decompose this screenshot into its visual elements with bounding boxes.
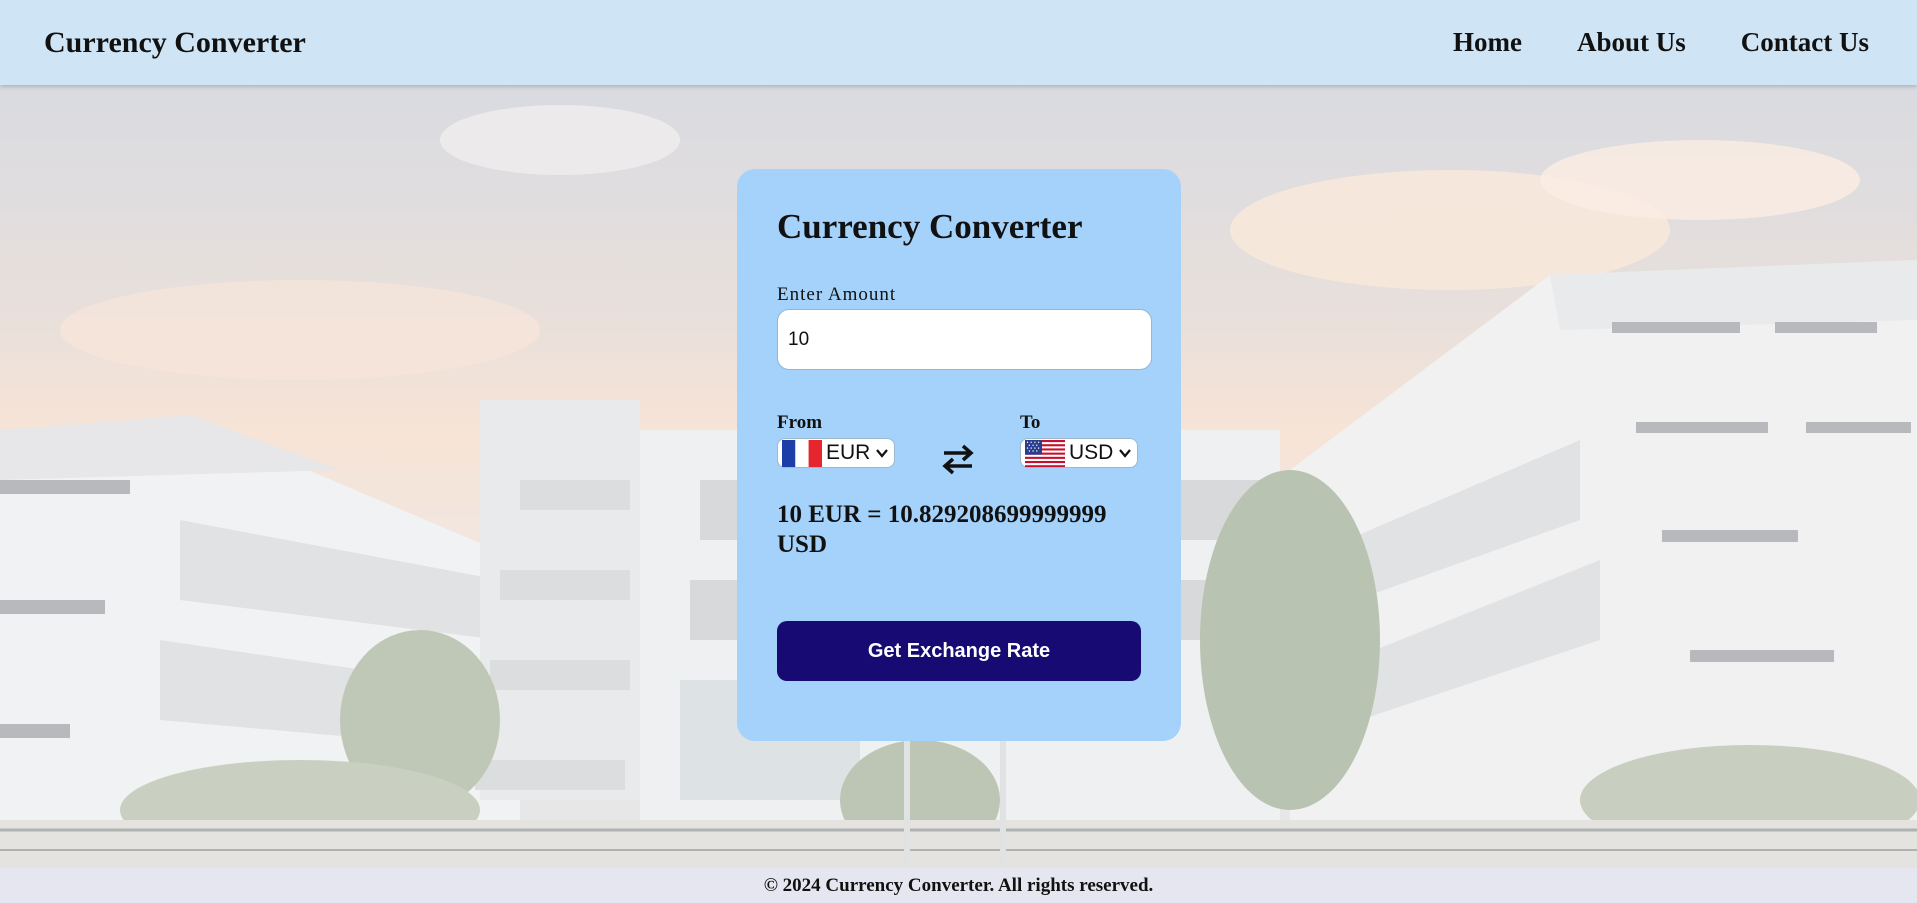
france-flag-icon [782,439,822,467]
from-currency-code: EUR [826,441,871,464]
converter-card: Currency Converter Enter Amount From EUR [737,169,1181,741]
swap-arrows-icon[interactable] [941,442,975,476]
footer: © 2024 Currency Converter. All rights re… [0,868,1917,903]
conversion-result: 10 EUR = 10.829208699999999 USD [777,501,1107,558]
from-currency-group: From EUR [777,412,896,472]
amount-input[interactable] [777,309,1152,370]
nav-links: Home About Us Contact Us [1453,27,1869,58]
currency-selector-row: From EUR To USD [777,412,1141,476]
to-currency-group: To USD [1020,412,1139,472]
get-exchange-rate-button[interactable]: Get Exchange Rate [777,621,1141,681]
nav-link-about-us[interactable]: About Us [1577,27,1686,58]
from-label: From [777,412,823,433]
us-flag-icon [1025,439,1065,467]
to-currency-code: USD [1069,441,1114,464]
to-currency-select[interactable]: USD [1020,438,1139,468]
chevron-down-icon [1119,449,1132,458]
amount-label: Enter Amount [777,284,897,305]
top-navbar: Currency Converter Home About Us Contact… [0,0,1917,85]
from-currency-select[interactable]: EUR [777,438,896,468]
card-title: Currency Converter [777,207,1083,246]
to-label: To [1020,412,1041,433]
nav-link-contact-us[interactable]: Contact Us [1741,27,1869,58]
nav-link-home[interactable]: Home [1453,27,1522,58]
chevron-down-icon [876,449,889,458]
brand-title[interactable]: Currency Converter [44,26,306,60]
footer-copyright: © 2024 Currency Converter. All rights re… [763,874,1154,896]
